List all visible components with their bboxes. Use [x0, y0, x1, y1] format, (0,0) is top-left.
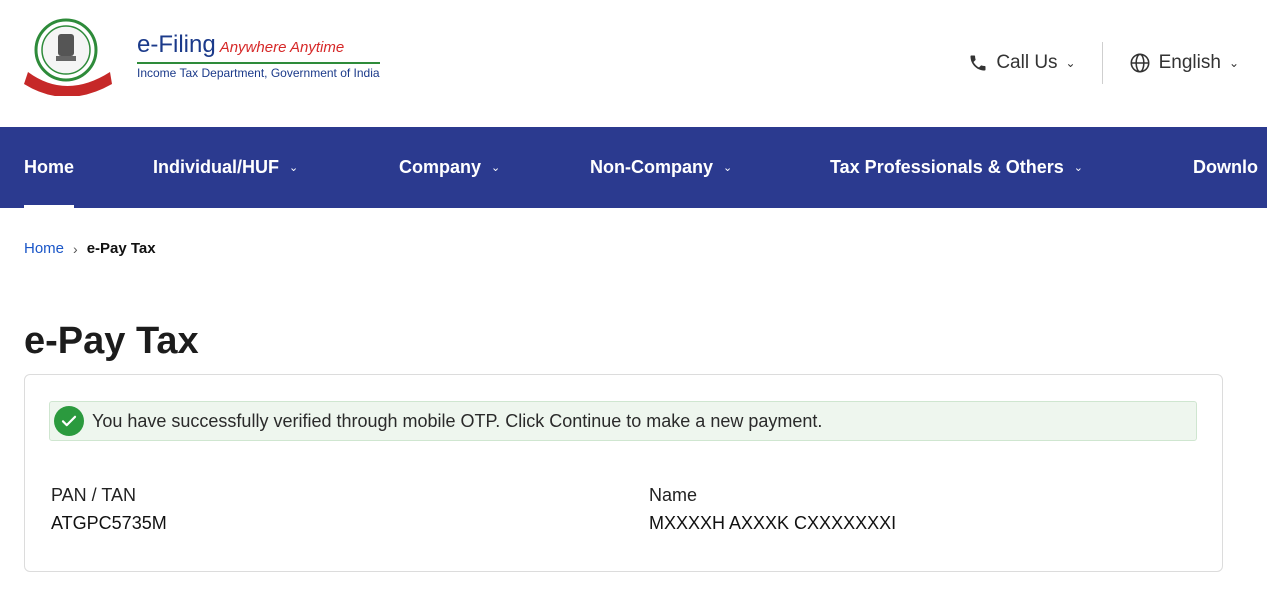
verification-card: You have successfully verified through m… — [24, 374, 1223, 572]
logo[interactable] — [18, 16, 128, 97]
pan-tan-label: PAN / TAN — [51, 485, 137, 505]
nav-item-company[interactable]: Company ⌄ — [399, 127, 500, 208]
nav-item-downloads[interactable]: Downlo — [1193, 127, 1258, 208]
brand-tagline: Anywhere Anytime — [219, 39, 345, 56]
nav-item-individual-huf[interactable]: Individual/HUF ⌄ — [153, 127, 298, 208]
header-actions: Call Us ⌄ English ⌄ — [968, 42, 1239, 84]
name-field: Name MXXXXH AXXXK CXXXXXXXI — [649, 481, 896, 537]
nav-item-label: Tax Professionals & Others — [830, 157, 1064, 177]
nav-item-label: Non-Company — [590, 157, 713, 177]
emblem-icon — [18, 16, 128, 97]
pan-tan-value: ATGPC5735M — [51, 513, 167, 533]
pan-tan-field: PAN / TAN ATGPC5735M — [51, 481, 167, 537]
language-label: English — [1158, 52, 1221, 73]
brand: e-Filing Anywhere Anytime Income Tax Depa… — [137, 33, 380, 82]
check-circle-icon — [54, 406, 84, 436]
brand-title: e-Filing Anywhere Anytime — [137, 33, 380, 60]
chevron-right-icon: › — [73, 240, 78, 257]
page-title: e-Pay Tax — [24, 320, 199, 362]
nav-item-label: Individual/HUF — [153, 157, 279, 177]
chevron-down-icon: ⌄ — [1065, 56, 1076, 70]
nav-item-home[interactable]: Home — [24, 127, 75, 208]
nav-item-label: Downlo — [1193, 157, 1258, 177]
brand-name: e-Filing — [137, 31, 216, 58]
call-us-button[interactable]: Call Us ⌄ — [968, 52, 1076, 74]
chevron-down-icon: ⌄ — [289, 162, 299, 174]
nav-item-label: Home — [24, 157, 75, 177]
breadcrumb-home-link[interactable]: Home — [24, 240, 64, 257]
breadcrumb: Home › e-Pay Tax — [24, 240, 156, 257]
nav-item-tax-professionals[interactable]: Tax Professionals & Others ⌄ — [830, 127, 1083, 208]
nav-item-label: Company — [399, 157, 482, 177]
language-selector[interactable]: English ⌄ — [1129, 52, 1239, 74]
chevron-down-icon: ⌄ — [1073, 162, 1083, 174]
name-label: Name — [649, 485, 698, 505]
chevron-down-icon: ⌄ — [723, 162, 733, 174]
site-header: e-Filing Anywhere Anytime Income Tax Depa… — [0, 0, 1267, 127]
breadcrumb-current: e-Pay Tax — [86, 240, 156, 257]
nav-item-non-company[interactable]: Non-Company ⌄ — [590, 127, 732, 208]
globe-icon — [1130, 53, 1150, 73]
success-alert: You have successfully verified through m… — [49, 401, 1197, 441]
main-nav: Home Individual/HUF ⌄ Company ⌄ Non-Comp… — [0, 127, 1267, 208]
chevron-down-icon: ⌄ — [491, 162, 501, 174]
chevron-down-icon: ⌄ — [1228, 56, 1239, 70]
phone-icon — [970, 55, 986, 71]
brand-subtitle: Income Tax Department, Government of Ind… — [137, 62, 380, 80]
success-message: You have successfully verified through m… — [92, 410, 823, 431]
call-us-label: Call Us — [996, 52, 1058, 73]
name-value: MXXXXH AXXXK CXXXXXXXI — [649, 513, 897, 533]
header-divider — [1101, 42, 1103, 84]
